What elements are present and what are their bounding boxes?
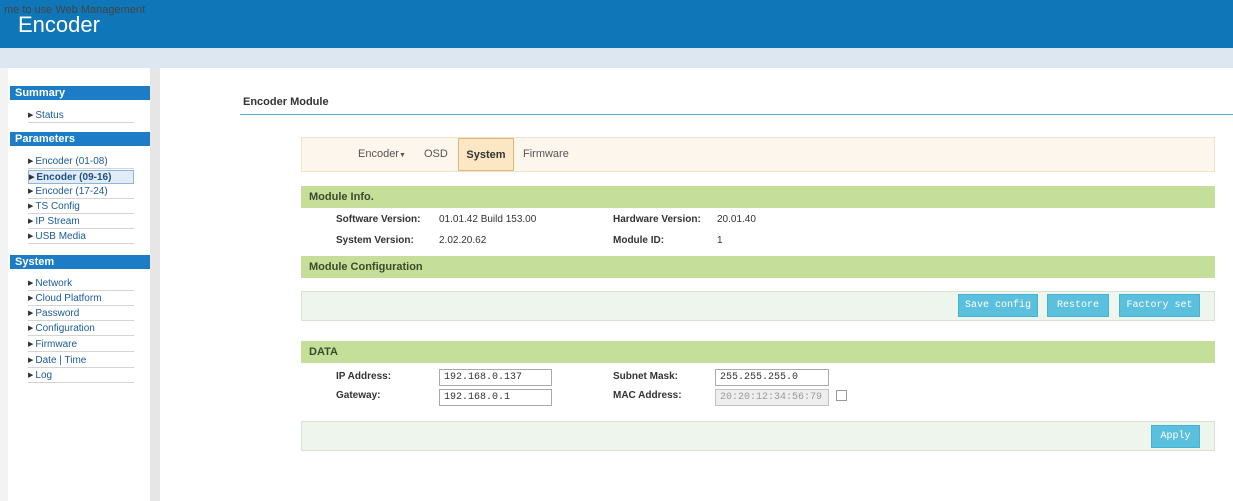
triangle-right-icon: ▶ [28, 233, 34, 240]
tab-label: Encoder [358, 148, 399, 160]
sidebar-item-configuration[interactable]: ▶ Configuration [28, 322, 134, 336]
hardware-version-value: 20.01.40 [717, 214, 756, 225]
triangle-right-icon: ▶ [28, 295, 34, 302]
triangle-right-icon: ▶ [28, 372, 34, 379]
sidebar-section-parameters: Parameters [10, 132, 150, 146]
sidebar-item-label: USB Media [35, 231, 86, 242]
sidebar-item-label: TS Config [35, 201, 80, 212]
title-divider [240, 114, 1233, 115]
mac-address-input [715, 389, 829, 406]
sidebar-item-password[interactable]: ▶ Password [28, 307, 134, 321]
sidebar-item-usb-media[interactable]: ▶ USB Media [28, 230, 134, 244]
triangle-right-icon: ▶ [28, 218, 34, 225]
sidebar-item-label: Date | Time [35, 355, 87, 366]
sidebar-item-label: Encoder (09-16) [36, 172, 112, 183]
mac-edit-checkbox[interactable] [836, 390, 847, 401]
software-version-value: 01.01.42 Build 153.00 [439, 214, 537, 225]
restore-button[interactable]: Restore [1047, 294, 1109, 317]
apply-panel [301, 421, 1215, 451]
sidebar-item-label: Log [35, 370, 53, 381]
left-gutter [0, 68, 8, 501]
sidebar-item-encoder-17-24[interactable]: ▶ Encoder (17-24) [28, 185, 134, 199]
caret-down-icon: ▼ [398, 152, 406, 159]
sidebar-section-summary: Summary [10, 86, 150, 100]
tab-label: OSD [424, 148, 448, 160]
triangle-right-icon: ▶ [28, 158, 34, 165]
data-header: DATA [301, 341, 1215, 363]
sidebar-item-ts-config[interactable]: ▶ TS Config [28, 200, 134, 214]
subnet-mask-input[interactable] [715, 369, 829, 386]
system-version-label: System Version: [336, 235, 414, 246]
tab-system[interactable]: System [458, 138, 514, 171]
welcome-bar [0, 48, 1233, 68]
triangle-right-icon: ▶ [29, 174, 35, 181]
tab-bar: Encoder▼ OSD System Firmware [301, 137, 1215, 172]
module-id-label: Module ID: [613, 235, 665, 246]
triangle-right-icon: ▶ [28, 112, 34, 119]
save-config-button[interactable]: Save config [958, 294, 1038, 317]
triangle-right-icon: ▶ [28, 203, 34, 210]
module-info-header: Module Info. [301, 186, 1215, 208]
sidebar-item-firmware[interactable]: ▶ Firmware [28, 338, 134, 352]
triangle-right-icon: ▶ [28, 325, 34, 332]
tab-label: System [466, 149, 506, 161]
sidebar-item-label: Firmware [35, 339, 78, 350]
sidebar-rail [150, 68, 160, 501]
software-version-label: Software Version: [336, 214, 421, 225]
gateway-label: Gateway: [336, 390, 381, 401]
triangle-right-icon: ▶ [28, 310, 34, 317]
triangle-right-icon: ▶ [28, 357, 34, 364]
tab-osd[interactable]: OSD [424, 138, 448, 171]
tab-firmware[interactable]: Firmware [523, 138, 569, 171]
mac-address-label: MAC Address: [613, 390, 682, 401]
sidebar-item-encoder-09-16[interactable]: ▶ Encoder (09-16) [28, 170, 134, 184]
module-config-header: Module Configuration [301, 256, 1215, 278]
sidebar-item-label: Password [35, 308, 80, 319]
triangle-right-icon: ▶ [28, 280, 34, 287]
page-title: Encoder Module [243, 96, 329, 108]
sidebar-item-label: Configuration [35, 323, 95, 334]
hardware-version-label: Hardware Version: [613, 214, 701, 225]
sidebar-item-encoder-01-08[interactable]: ▶ Encoder (01-08) [28, 155, 134, 169]
triangle-right-icon: ▶ [28, 188, 34, 195]
factory-set-button[interactable]: Factory set [1119, 294, 1200, 317]
app-header [0, 0, 1233, 48]
system-version-value: 2.02.20.62 [439, 235, 487, 246]
sidebar-item-log[interactable]: ▶ Log [28, 369, 134, 383]
sidebar-item-status[interactable]: ▶ Status [28, 109, 134, 123]
apply-button[interactable]: Apply [1151, 425, 1200, 448]
gateway-input[interactable] [439, 389, 552, 406]
ip-address-label: IP Address: [336, 371, 392, 382]
sidebar-item-label: Network [35, 278, 73, 289]
sidebar-item-ip-stream[interactable]: ▶ IP Stream [28, 215, 134, 229]
sidebar-item-label: IP Stream [35, 216, 80, 227]
sidebar-item-label: Status [35, 110, 64, 121]
sidebar-section-system: System [10, 255, 150, 269]
ip-address-input[interactable] [439, 369, 552, 386]
tab-encoder[interactable]: Encoder▼ [358, 138, 406, 171]
sidebar-item-network[interactable]: ▶ Network [28, 277, 134, 291]
welcome-text: me to use Web Management [4, 4, 146, 16]
triangle-right-icon: ▶ [28, 341, 34, 348]
module-id-value: 1 [717, 235, 723, 246]
tab-label: Firmware [523, 148, 569, 160]
sidebar-item-label: Encoder (01-08) [35, 156, 108, 167]
sidebar-item-date-time[interactable]: ▶ Date | Time [28, 354, 134, 368]
sidebar-item-cloud-platform[interactable]: ▶ Cloud Platform [28, 292, 134, 306]
subnet-mask-label: Subnet Mask: [613, 371, 679, 382]
sidebar-item-label: Cloud Platform [35, 293, 102, 304]
sidebar-item-label: Encoder (17-24) [35, 186, 108, 197]
